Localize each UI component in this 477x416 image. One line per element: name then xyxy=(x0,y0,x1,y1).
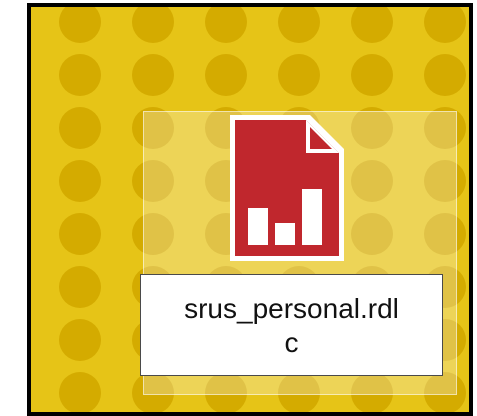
background-dot xyxy=(59,266,101,308)
background-dot xyxy=(59,213,101,255)
report-file-icon[interactable] xyxy=(228,113,346,263)
background-dot xyxy=(59,160,101,202)
desktop-area: srus_personal.rdl c xyxy=(27,3,473,416)
file-name-line-2: c xyxy=(284,327,299,358)
background-dot xyxy=(205,54,247,96)
file-name-label[interactable]: srus_personal.rdl c xyxy=(140,274,443,376)
background-dot xyxy=(59,54,101,96)
file-name-line-1: srus_personal.rdl xyxy=(184,293,399,324)
background-dot xyxy=(132,54,174,96)
background-dot xyxy=(278,54,320,96)
background-dot xyxy=(351,54,393,96)
background-dot xyxy=(59,319,101,361)
background-dot xyxy=(424,54,466,96)
background-dot xyxy=(59,107,101,149)
